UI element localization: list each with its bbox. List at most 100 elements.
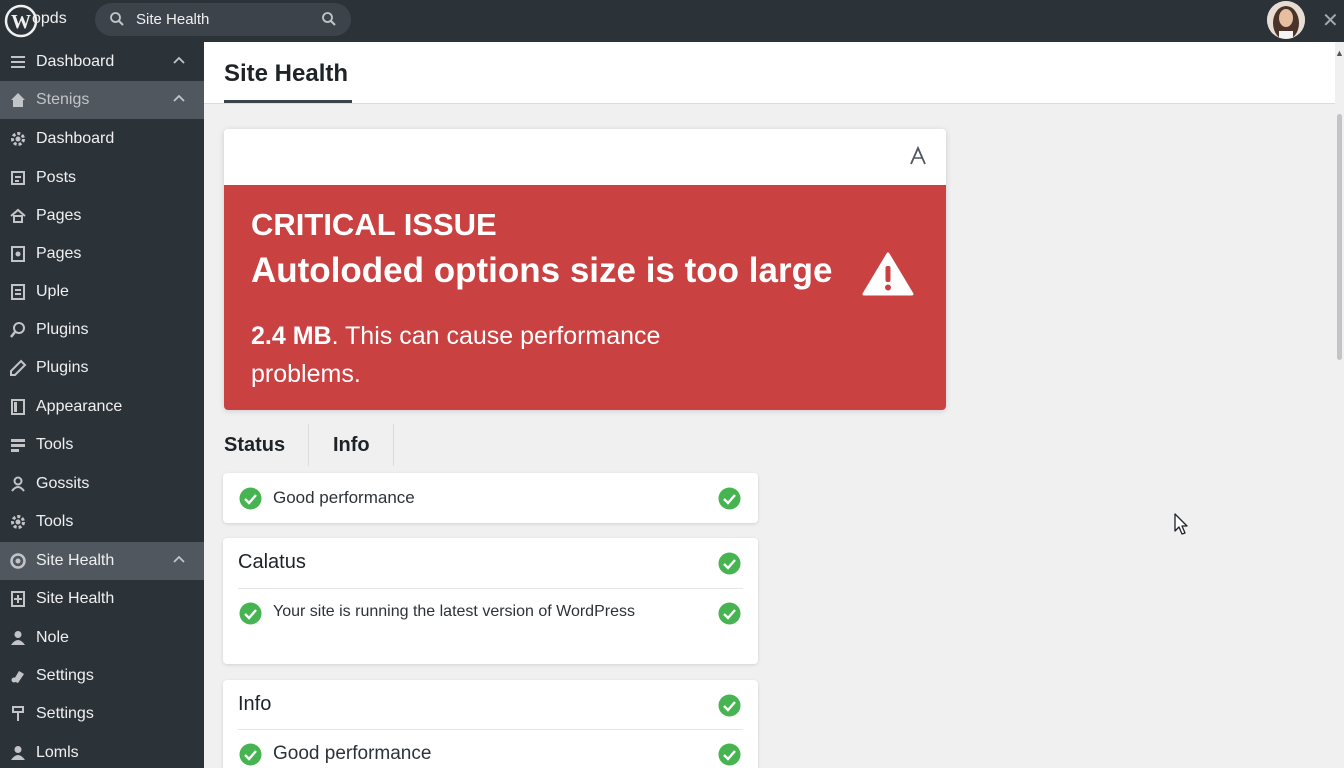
pencil-icon — [0, 359, 36, 377]
sidebar-item-plugins[interactable]: Plugins — [0, 311, 204, 349]
sidebar-item-label: Appearance — [36, 398, 123, 415]
page-title: Site Health — [224, 60, 349, 87]
page-icon — [0, 245, 36, 263]
sidebar-item-lomls[interactable]: Lomls — [0, 734, 204, 768]
sidebar-item-settings[interactable]: Settings — [0, 657, 204, 695]
page-scrollbar[interactable]: ▲ — [1335, 42, 1344, 768]
critical-issue-headline: Autoloded options size is too large — [251, 251, 833, 290]
list-item[interactable]: Good performance — [223, 730, 758, 768]
home-icon — [0, 91, 36, 109]
sidebar-item-label: Settings — [36, 705, 94, 722]
sidebar-item-label: Gossits — [36, 475, 90, 492]
sidebar-item-pages-2[interactable]: Pages — [0, 235, 204, 273]
sidebar-item-posts[interactable]: Posts — [0, 159, 204, 197]
list-item[interactable]: Good performance — [223, 473, 758, 523]
sidebar-item-site-health-2[interactable]: Site Health — [0, 580, 204, 618]
settings-icon — [0, 667, 36, 685]
sidebar-item-tools[interactable]: Tools — [0, 426, 204, 464]
critical-issue-body: CRITICAL ISSUE Autoloded options size is… — [224, 185, 946, 410]
chevron-up-icon[interactable] — [172, 92, 186, 106]
tools-icon — [0, 436, 36, 454]
search-text: Site Health — [136, 11, 210, 28]
avatar[interactable] — [1267, 1, 1305, 39]
check-circle-icon — [239, 602, 262, 625]
sidebar-item-dashboard[interactable]: Dashboard — [0, 43, 204, 81]
check-circle-icon — [718, 743, 741, 766]
person-icon — [0, 744, 36, 762]
mouse-pointer-icon — [1174, 513, 1188, 535]
sidebar-item-label: Site Health — [36, 552, 115, 569]
collapse-icon[interactable] — [908, 146, 928, 166]
sidebar-item-label: Tools — [36, 436, 74, 453]
list-item-text: Good performance — [273, 488, 415, 507]
chevron-up-icon[interactable] — [172, 553, 186, 567]
admin-top-bar: W opds Site Health ✕ — [0, 0, 1344, 42]
sidebar-item-settings-2[interactable]: Settings — [0, 695, 204, 733]
sidebar-item-pages[interactable]: Pages — [0, 197, 204, 235]
list-item[interactable]: Your site is running the latest version … — [223, 589, 758, 639]
sidebar-item-plugins-2[interactable]: Plugins — [0, 349, 204, 387]
sidebar-item-appearance[interactable]: Appearance — [0, 388, 204, 426]
active-tab-indicator — [224, 100, 352, 103]
tab-info[interactable]: Info — [308, 424, 394, 466]
check-circle-icon — [239, 487, 262, 510]
gear-icon — [0, 513, 36, 531]
posts-icon — [0, 169, 36, 187]
pages-icon — [0, 207, 36, 225]
check-circle-icon — [718, 602, 741, 625]
check-circle-icon — [239, 743, 262, 766]
list-item-text: Your site is running the latest version … — [273, 603, 635, 620]
sidebar-item-label: Settings — [36, 667, 94, 684]
status-card-calatus: Calatus Your site is running the latest … — [223, 538, 758, 664]
sidebar-item-label: Dashboard — [36, 53, 115, 70]
sidebar-item-label: Uple — [36, 283, 69, 300]
sidebar-item-tools-2[interactable]: Tools — [0, 503, 204, 541]
sidebar-item-dashboard-2[interactable]: Dashboard — [0, 120, 204, 158]
critical-issue-card-header — [224, 129, 946, 185]
status-card-info: Info Good performance — [223, 680, 758, 768]
scroll-up-icon[interactable]: ▲ — [1335, 48, 1344, 58]
autoload-size: 2.4 MB — [251, 322, 332, 350]
warning-icon — [862, 252, 914, 296]
card-title: Info — [238, 693, 272, 715]
card-title: Calatus — [238, 551, 306, 573]
check-circle-icon — [718, 694, 741, 717]
sidebar-item-label: Nole — [36, 629, 69, 646]
sidebar-item-site-health[interactable]: Site Health — [0, 542, 204, 580]
check-circle-icon — [718, 487, 741, 510]
admin-sidebar: Dashboard Stenigs Dashboard Posts Pages … — [0, 42, 204, 768]
settings-icon — [0, 705, 36, 723]
health-icon — [0, 590, 36, 608]
person-icon — [0, 629, 36, 647]
search-submit-icon[interactable] — [321, 11, 337, 27]
site-name[interactable]: opds — [32, 10, 67, 28]
sidebar-item-stenigs[interactable]: Stenigs — [0, 81, 204, 119]
critical-issue-card: CRITICAL ISSUE Autoloded options size is… — [224, 129, 946, 410]
sidebar-item-label: Dashboard — [36, 130, 115, 147]
sidebar-item-uple[interactable]: Uple — [0, 273, 204, 311]
sidebar-item-label: Plugins — [36, 359, 89, 376]
status-card-performance: Good performance — [223, 473, 758, 523]
user-icon — [0, 475, 36, 493]
sidebar-item-label: Stenigs — [36, 91, 90, 108]
page-header: Site Health — [204, 42, 1335, 104]
close-icon[interactable]: ✕ — [1322, 8, 1339, 33]
sidebar-item-label: Pages — [36, 207, 82, 224]
critical-issue-description: 2.4 MB. This can cause performance probl… — [251, 317, 731, 393]
appearance-icon — [0, 398, 36, 416]
menu-icon — [0, 53, 36, 71]
svg-text:W: W — [11, 11, 31, 33]
search-icon — [110, 12, 124, 26]
sidebar-item-label: Plugins — [36, 321, 89, 338]
tab-status[interactable]: Status — [224, 424, 285, 466]
scrollbar-thumb[interactable] — [1337, 114, 1342, 360]
list-item-text: Good performance — [273, 743, 432, 764]
search-input[interactable]: Site Health — [95, 3, 351, 36]
sidebar-item-label: Pages — [36, 245, 82, 262]
sidebar-item-nole[interactable]: Nole — [0, 619, 204, 657]
sidebar-item-gossits[interactable]: Gossits — [0, 465, 204, 503]
upload-icon — [0, 283, 36, 301]
chevron-up-icon[interactable] — [172, 54, 186, 68]
site-health-icon — [0, 552, 36, 570]
user-avatar-icon — [1267, 1, 1305, 39]
